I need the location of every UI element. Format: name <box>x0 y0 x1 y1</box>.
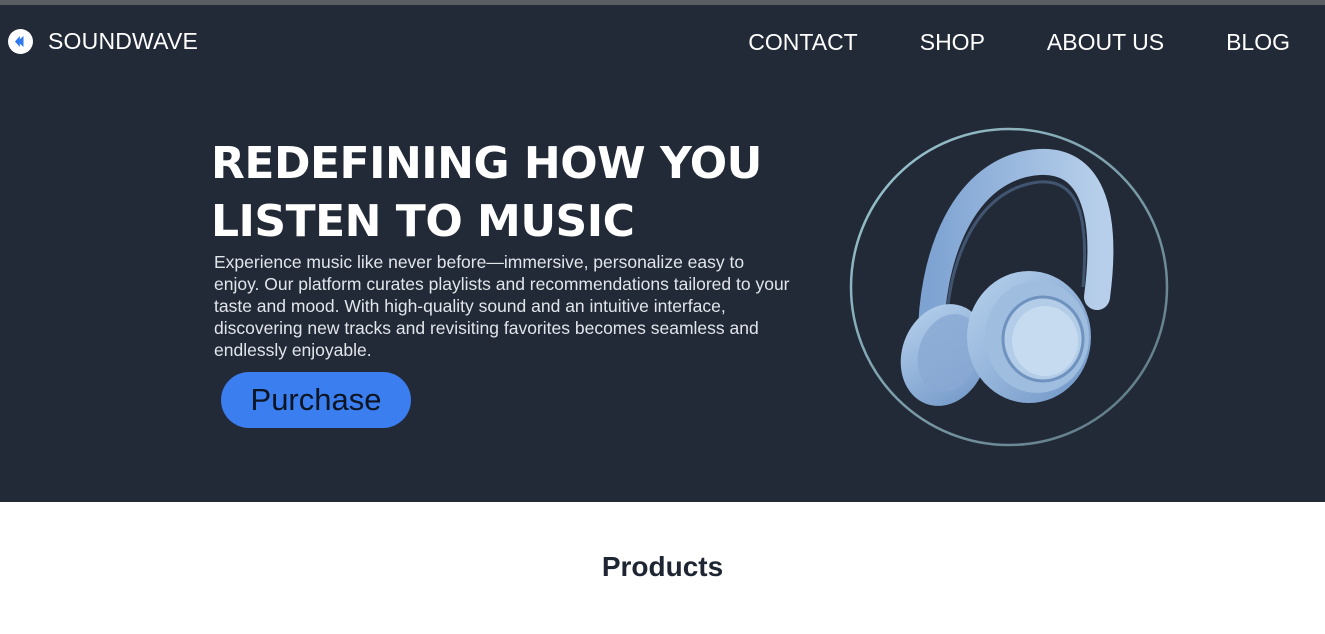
nav-contact[interactable]: CONTACT <box>748 29 857 56</box>
nav-blog[interactable]: BLOG <box>1226 29 1290 56</box>
nav-shop[interactable]: SHOP <box>920 29 985 56</box>
hero-description: Experience music like never before—immer… <box>214 252 790 360</box>
hero-headline-line-2: LISTEN TO MUSIC <box>211 196 635 247</box>
main-navigation: CONTACT SHOP ABOUT US BLOG <box>748 29 1290 56</box>
play-circle-icon <box>8 29 33 54</box>
nav-about-us[interactable]: ABOUT US <box>1047 29 1164 56</box>
brand-name: SOUNDWAVE <box>48 28 199 54</box>
purchase-button[interactable]: Purchase <box>221 372 411 428</box>
hero-headline: REDEFINING HOW YOU LISTEN TO MUSIC <box>211 135 771 251</box>
brand-logo[interactable]: SOUNDWAVE <box>8 28 198 55</box>
products-heading: Products <box>601 551 724 582</box>
headphones-image <box>849 127 1169 447</box>
hero-headline-line-1: REDEFINING HOW YOU <box>211 138 762 189</box>
